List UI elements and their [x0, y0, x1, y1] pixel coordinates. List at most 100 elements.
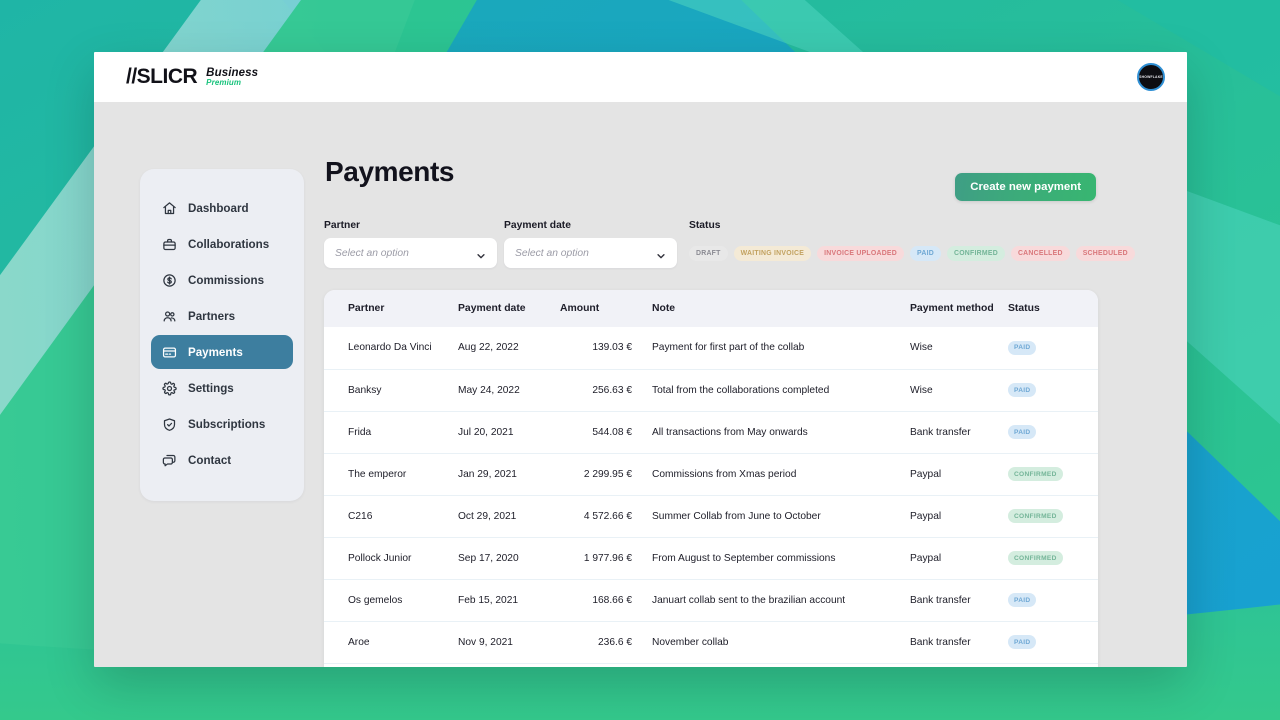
- cell-payment-date: May 24, 2022: [458, 384, 520, 396]
- cell-payment-method: Bank transfer: [904, 663, 1002, 667]
- column-header-amount[interactable]: Amount: [550, 290, 638, 327]
- sidebar-item-payments[interactable]: Payments: [151, 335, 293, 369]
- cell-payment-date: Oct 29, 2021: [458, 510, 517, 522]
- users-icon: [161, 308, 177, 324]
- partner-select-placeholder: Select an option: [335, 247, 409, 259]
- payment-date-select-placeholder: Select an option: [515, 247, 589, 259]
- chevron-down-icon: [656, 248, 666, 259]
- sidebar-item-contact[interactable]: Contact: [151, 443, 293, 477]
- cell-status: CONFIRMED: [1002, 537, 1098, 579]
- table-row[interactable]: C216 Oct 29, 2021 4 572.66 € Summer Collab …: [324, 495, 1098, 537]
- cell-payment-method: Paypal: [910, 510, 942, 522]
- cell-amount: 256.63 €: [592, 384, 632, 396]
- dollar-circle-icon: [161, 272, 177, 288]
- sidebar-item-label: Commissions: [188, 273, 265, 287]
- cell-payment-date: May 10, 2021: [452, 663, 550, 667]
- brand-logo[interactable]: //SLICR Business Premium: [126, 65, 258, 89]
- status-badge: PAID: [1008, 383, 1037, 397]
- cell-note: All transactions from May onwards: [652, 426, 808, 438]
- cell-payment-date: Jul 20, 2021: [458, 426, 514, 438]
- status-chip-draft[interactable]: DRAFT: [689, 245, 728, 261]
- filter-partner-label: Partner: [324, 220, 361, 231]
- column-header-status[interactable]: Status: [1002, 290, 1098, 327]
- cell-payment-date: Nov 9, 2021: [458, 636, 513, 648]
- status-chip-invoice-uploaded[interactable]: INVOICE UPLOADED: [817, 245, 905, 261]
- status-badge: PAID: [1008, 340, 1037, 355]
- create-new-payment-button[interactable]: Create new payment: [955, 173, 1096, 201]
- payments-table: Partner Payment date Amount Note Payment…: [324, 290, 1098, 667]
- column-header-partner[interactable]: Partner: [324, 290, 452, 327]
- sidebar-item-label: Contact: [188, 453, 232, 467]
- column-header-payment-method[interactable]: Payment method: [904, 290, 1002, 327]
- cell-note: Summer Collab from June to October: [652, 510, 821, 522]
- table-row[interactable]: Banksy May 24, 2022 256.63 € Total from the…: [324, 369, 1098, 411]
- status-chip-confirmed[interactable]: CONFIRMED: [946, 245, 1005, 261]
- sidebar-item-subscriptions[interactable]: Subscriptions: [151, 407, 293, 441]
- cell-payment-method: Bank transfer: [910, 594, 971, 606]
- partner-select[interactable]: Select an option: [324, 238, 497, 268]
- status-chip-paid[interactable]: PAID: [910, 245, 941, 261]
- sidebar-item-settings[interactable]: Settings: [151, 371, 293, 405]
- cell-partner: Sobek: [324, 663, 452, 667]
- cell-status: PAID: [1002, 663, 1098, 667]
- filter-partner: Partner Select an option: [324, 220, 497, 268]
- cell-payment-method: Paypal: [910, 468, 942, 480]
- sidebar-item-label: Payments: [188, 345, 243, 359]
- cell-status: PAID: [1002, 579, 1098, 621]
- cell-partner: The emperor: [348, 468, 407, 480]
- cell-payment-method: Bank transfer: [910, 426, 971, 438]
- table-row[interactable]: Frida Jul 20, 2021 544.08 € All transaction…: [324, 411, 1098, 453]
- cell-amount: 139.03 €: [592, 342, 632, 354]
- status-badge: PAID: [1008, 593, 1037, 607]
- sidebar-item-label: Settings: [188, 381, 234, 395]
- table-header-row: Partner Payment date Amount Note Payment…: [324, 290, 1098, 327]
- credit-card-icon: [161, 344, 177, 360]
- avatar[interactable]: SHOWFLAKE: [1137, 63, 1165, 91]
- filter-status-label: Status: [689, 220, 721, 231]
- app-body: Dashboard Collaborations Commissions Par…: [94, 102, 1187, 667]
- cell-amount: 467.33 €: [550, 663, 638, 667]
- table-row[interactable]: SobekMay 10, 2021467.33 €Commission from…: [324, 663, 1098, 667]
- sidebar-item-label: Dashboard: [188, 201, 249, 215]
- avatar-label: SHOWFLAKE: [1139, 75, 1163, 79]
- status-chip-scheduled[interactable]: SCHEDULED: [1075, 245, 1135, 261]
- status-badge: CONFIRMED: [1008, 551, 1063, 565]
- column-header-payment-date[interactable]: Payment date: [452, 290, 550, 327]
- cell-note: November collab: [652, 636, 729, 648]
- sidebar-item-dashboard[interactable]: Dashboard: [151, 191, 293, 225]
- sidebar-item-collaborations[interactable]: Collaborations: [151, 227, 293, 261]
- status-badge: CONFIRMED: [1008, 509, 1063, 523]
- sidebar: Dashboard Collaborations Commissions Par…: [140, 169, 304, 501]
- cell-payment-method: Paypal: [910, 552, 942, 564]
- status-chip-waiting-invoice[interactable]: WAITING INVOICE: [733, 245, 812, 261]
- cell-status: PAID: [1002, 327, 1098, 369]
- filter-status: Status DRAFT WAITING INVOICE INVOICE UPLOA…: [689, 220, 1135, 268]
- table-row[interactable]: Pollock Junior Sep 17, 2020 1 977.96 € From…: [324, 537, 1098, 579]
- status-badge: CONFIRMED: [1008, 467, 1063, 481]
- home-icon: [161, 200, 177, 216]
- main-content: Payments Create new payment Partner Sele…: [324, 102, 1187, 667]
- status-badge: PAID: [1008, 425, 1037, 439]
- cell-payment-method: Bank transfer: [910, 636, 971, 648]
- sidebar-item-partners[interactable]: Partners: [151, 299, 293, 333]
- table-row[interactable]: The emperor Jan 29, 2021 2 299.95 € Commiss…: [324, 453, 1098, 495]
- cell-amount: 4 572.66 €: [583, 510, 632, 522]
- cell-payment-date: Feb 15, 2021: [458, 594, 519, 606]
- cell-partner: Frida: [348, 426, 372, 438]
- payment-date-select[interactable]: Select an option: [504, 238, 677, 268]
- sidebar-column: Dashboard Collaborations Commissions Par…: [94, 102, 324, 667]
- sidebar-item-commissions[interactable]: Commissions: [151, 263, 293, 297]
- status-chip-cancelled[interactable]: CANCELLED: [1010, 245, 1070, 261]
- top-bar: //SLICR Business Premium SHOWFLAKE: [94, 52, 1187, 102]
- cell-payment-method: Wise: [910, 384, 933, 396]
- table-row[interactable]: Aroe Nov 9, 2021 236.6 € November collab Ban…: [324, 621, 1098, 663]
- table-head: Partner Payment date Amount Note Payment…: [324, 290, 1098, 327]
- table-row[interactable]: Os gemelos Feb 15, 2021 168.66 € Januart co…: [324, 579, 1098, 621]
- status-badge: PAID: [1008, 635, 1037, 649]
- cell-amount: 168.66 €: [592, 594, 632, 606]
- cell-status: CONFIRMED: [1002, 495, 1098, 537]
- table-row[interactable]: Leonardo Da Vinci Aug 22, 2022 139.03 € Pay…: [324, 327, 1098, 369]
- column-header-note[interactable]: Note: [638, 290, 904, 327]
- cell-amount: 236.6 €: [598, 636, 632, 648]
- cell-note: Commissions from Xmas period: [652, 468, 797, 480]
